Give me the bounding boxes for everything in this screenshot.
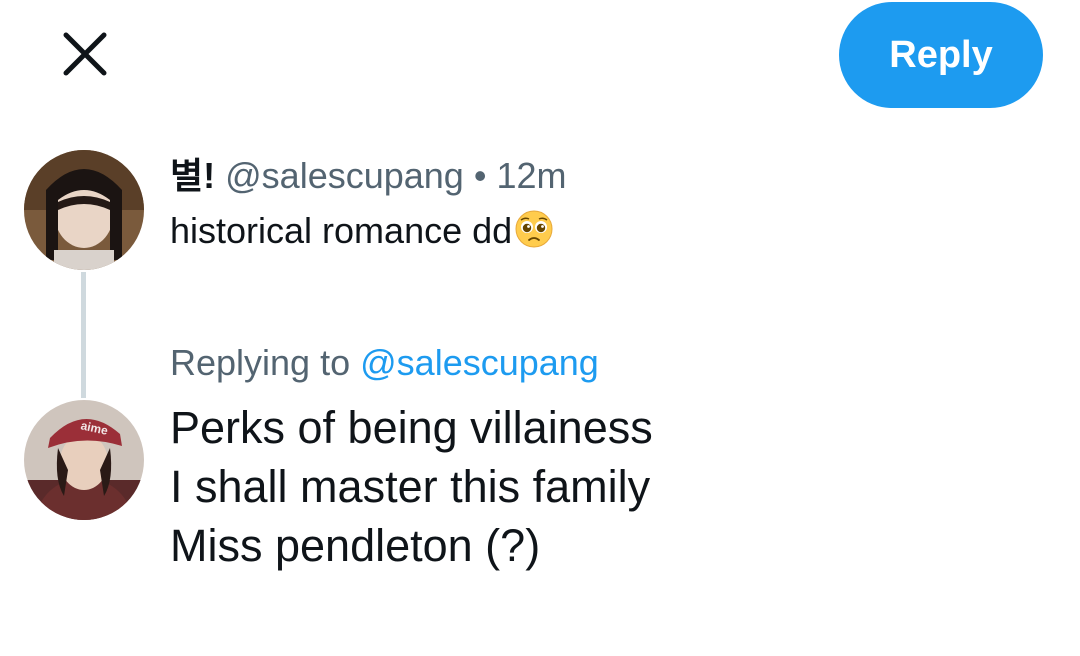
replying-to-label: Replying to @salescupang xyxy=(170,336,599,390)
reply-line: Miss pendleton (?) xyxy=(170,520,541,571)
pleading-face-emoji-icon xyxy=(515,210,553,248)
thread-connector xyxy=(81,272,86,398)
reply-line: Perks of being villainess xyxy=(170,402,653,453)
reply-button[interactable]: Reply xyxy=(839,2,1043,108)
close-icon xyxy=(63,32,107,76)
author-handle[interactable]: @salescupang xyxy=(225,155,464,196)
tweet-text: historical romance dd xyxy=(170,204,554,258)
reply-text[interactable]: Perks of being villainess I shall master… xyxy=(170,398,653,575)
avatar-original-author[interactable] xyxy=(24,150,144,270)
tweet-timestamp[interactable]: 12m xyxy=(496,155,566,196)
replying-to-handle[interactable]: @salescupang xyxy=(360,342,599,383)
tweet-header: 별! @salescupang • 12m xyxy=(170,150,567,202)
replying-prefix: Replying to xyxy=(170,342,351,383)
separator-dot: • xyxy=(473,155,487,196)
author-display-name[interactable]: 별! xyxy=(170,155,215,196)
tweet-body: historical romance dd xyxy=(170,210,513,251)
close-button[interactable] xyxy=(56,25,114,83)
reply-line: I shall master this family xyxy=(170,461,651,512)
avatar-current-user[interactable]: aime xyxy=(24,400,144,520)
